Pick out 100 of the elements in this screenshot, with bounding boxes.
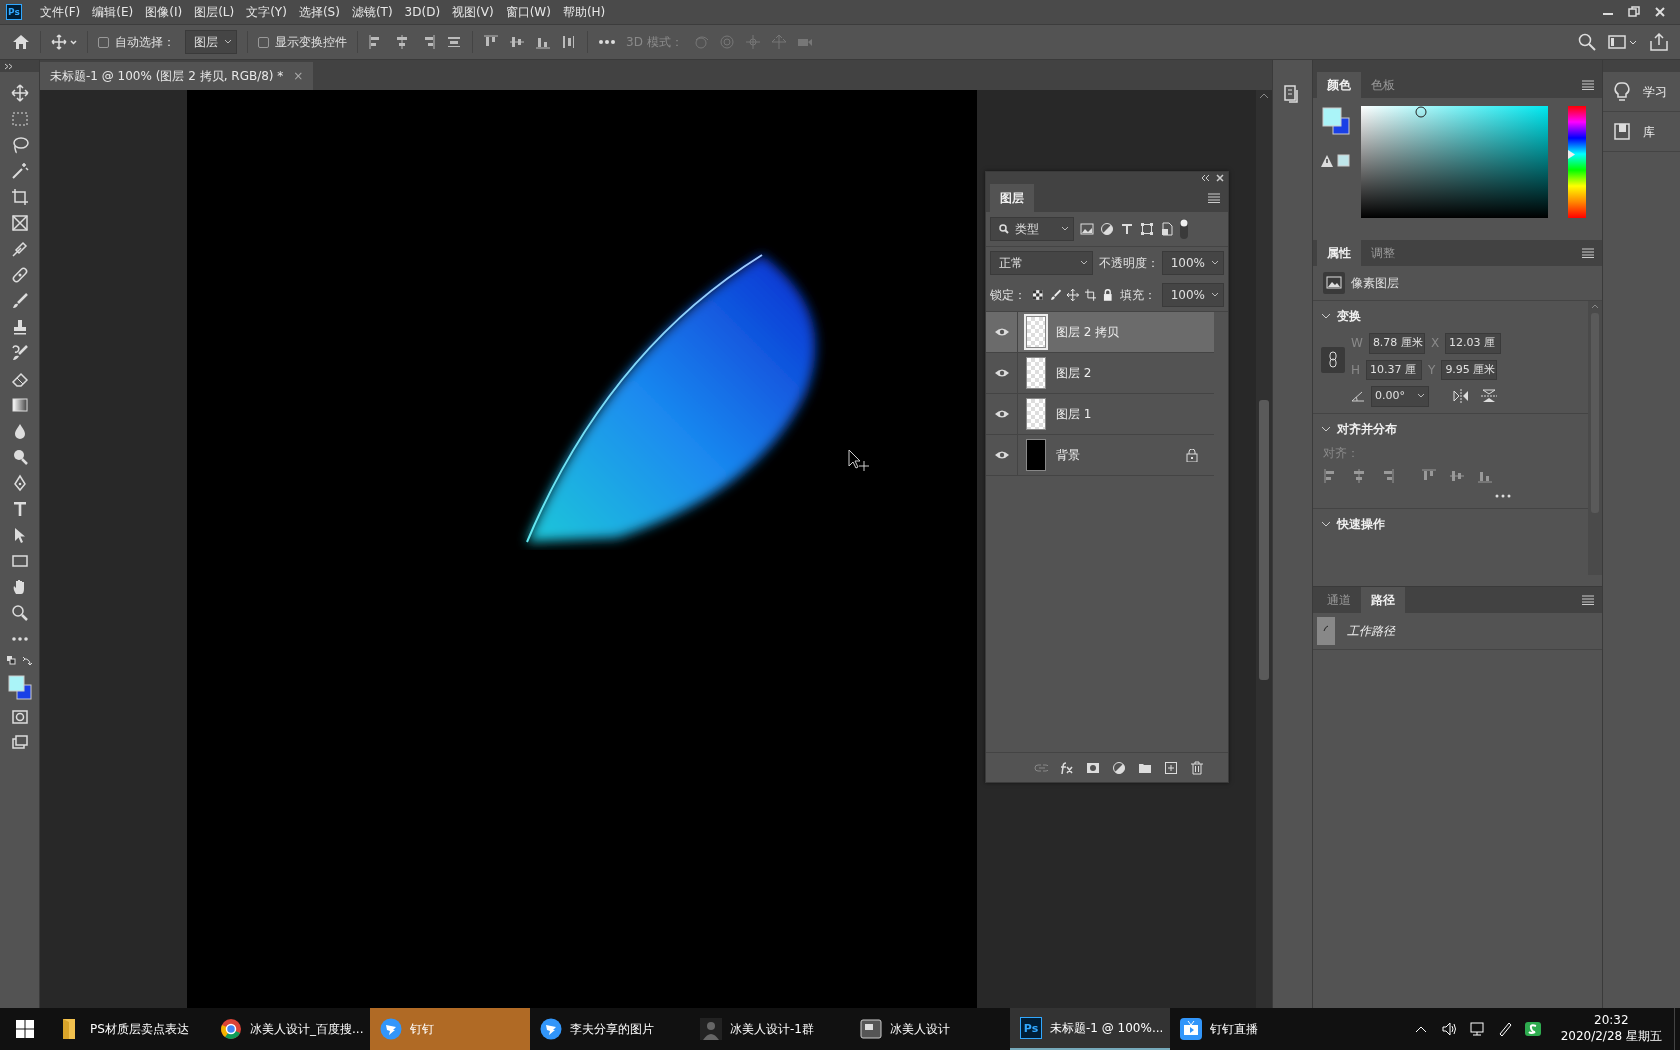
- align-center-icon[interactable]: [1351, 467, 1367, 484]
- screen-mode-icon[interactable]: [10, 734, 29, 752]
- fill-field[interactable]: 100%: [1161, 283, 1224, 307]
- bandage-icon[interactable]: [10, 266, 29, 284]
- menu-item[interactable]: 帮助(H): [556, 3, 612, 21]
- menu-item[interactable]: 文字(Y): [240, 3, 293, 21]
- align-middle-icon[interactable]: [509, 34, 525, 50]
- checkbox[interactable]: [98, 36, 109, 48]
- swap-colors-icon[interactable]: [5, 655, 34, 667]
- layer-row[interactable]: 图层 2 拷贝: [986, 312, 1214, 353]
- scroll-up-icon[interactable]: [1259, 92, 1269, 100]
- eye-icon[interactable]: [993, 368, 1010, 378]
- panel-tab[interactable]: 通道: [1317, 587, 1361, 613]
- input-field[interactable]: 8.78 厘米: [1368, 333, 1425, 354]
- side-panel-button[interactable]: 库: [1603, 112, 1680, 152]
- section-title[interactable]: 快速操作: [1337, 514, 1385, 533]
- shape-filter-icon[interactable]: [1140, 222, 1154, 236]
- adjustment-filter-icon[interactable]: [1100, 222, 1114, 236]
- panel-tab[interactable]: 图层: [990, 184, 1034, 212]
- move-tool-icon[interactable]: [51, 34, 77, 50]
- trash-icon[interactable]: [1190, 760, 1204, 775]
- panel-menu-icon[interactable]: [1582, 80, 1594, 90]
- layer-row[interactable]: 图层 2: [986, 353, 1214, 394]
- eye-icon[interactable]: [993, 409, 1010, 419]
- menu-item[interactable]: 窗口(W): [499, 3, 557, 21]
- input-field[interactable]: 9.95 厘米: [1441, 359, 1498, 380]
- home-icon[interactable]: [12, 34, 30, 50]
- zoom-tool-icon[interactable]: [10, 604, 29, 622]
- menu-item[interactable]: 滤镜(T): [345, 3, 399, 21]
- panel-menu-icon[interactable]: [1208, 193, 1220, 203]
- panel-tab[interactable]: 色板: [1361, 72, 1405, 98]
- sogou-icon[interactable]: [1524, 1021, 1541, 1037]
- panel-menu-icon[interactable]: [1582, 595, 1594, 605]
- checkbox[interactable]: [258, 36, 269, 48]
- side-panel-button[interactable]: 学习: [1603, 72, 1680, 112]
- distribute-vertical-icon[interactable]: [561, 34, 577, 50]
- collapse-icon[interactable]: [1200, 174, 1210, 182]
- menu-item[interactable]: 图像(I): [139, 3, 189, 21]
- frame-tool-icon[interactable]: [10, 214, 29, 232]
- menu-item[interactable]: 编辑(E): [86, 3, 140, 21]
- angle-field[interactable]: 0.00°: [1371, 386, 1429, 407]
- menu-item[interactable]: 3D(D): [398, 3, 447, 21]
- menu-item[interactable]: 选择(S): [292, 3, 346, 21]
- hue-slider[interactable]: [1568, 106, 1586, 218]
- menu-item[interactable]: 文件(F): [34, 3, 87, 21]
- panel-tab[interactable]: 调整: [1361, 240, 1405, 266]
- lasso-tool-icon[interactable]: [10, 136, 29, 154]
- scrollbar-thumb[interactable]: [1259, 400, 1269, 680]
- workspace-icon[interactable]: [1608, 34, 1638, 50]
- align-center-icon[interactable]: [394, 34, 410, 50]
- menu-item[interactable]: 视图(V): [446, 3, 500, 21]
- panel-tab[interactable]: 颜色: [1317, 72, 1361, 98]
- gradient-tool-icon[interactable]: [10, 396, 29, 414]
- layer-row[interactable]: 图层 1: [986, 394, 1214, 435]
- smart-object-filter-icon[interactable]: [1160, 222, 1174, 236]
- artboard-lock-icon[interactable]: [1084, 289, 1097, 301]
- magic-wand-icon[interactable]: [10, 162, 29, 180]
- flip-horizontal-icon[interactable]: [1453, 389, 1469, 404]
- panel-tab[interactable]: 属性: [1317, 240, 1361, 266]
- color-field[interactable]: [1361, 106, 1548, 218]
- expand-icon[interactable]: [4, 62, 13, 70]
- taskbar-item[interactable]: Ps 未标题-1 @ 100%...: [1010, 1008, 1170, 1050]
- slider-thumb-icon[interactable]: [1568, 150, 1575, 160]
- eye-icon[interactable]: [993, 450, 1010, 460]
- flip-vertical-icon[interactable]: [1481, 389, 1497, 404]
- picker-ring-icon[interactable]: [1415, 106, 1427, 118]
- panel-tab[interactable]: 路径: [1361, 587, 1405, 613]
- restore-icon[interactable]: [1628, 6, 1640, 18]
- link-icon[interactable]: [1321, 347, 1345, 373]
- layer-row[interactable]: 背景: [986, 435, 1214, 476]
- lock-pixels-icon[interactable]: [1032, 289, 1044, 301]
- path-thumbnail-icon[interactable]: [1317, 617, 1335, 645]
- taskbar-item[interactable]: 冰美人设计: [850, 1008, 1010, 1050]
- close-icon[interactable]: [1654, 6, 1666, 18]
- taskbar-item[interactable]: PS材质层卖点表达: [50, 1008, 210, 1050]
- move-tool-icon[interactable]: [10, 84, 29, 102]
- panel-menu-icon[interactable]: [1582, 248, 1594, 258]
- clock[interactable]: 20:32 2020/2/28 星期五: [1552, 1013, 1670, 1045]
- taskbar-item[interactable]: 钉钉: [370, 1008, 530, 1050]
- section-title[interactable]: 对齐并分布: [1337, 419, 1397, 438]
- eraser-icon[interactable]: [10, 370, 29, 388]
- network-icon[interactable]: [1468, 1021, 1485, 1037]
- search-icon[interactable]: [1578, 33, 1596, 51]
- more-icon[interactable]: [1495, 493, 1511, 498]
- new-layer-icon[interactable]: [1164, 760, 1178, 775]
- taskbar-item[interactable]: 冰美人设计-1群: [690, 1008, 850, 1050]
- rectangle-tool-icon[interactable]: [10, 552, 29, 570]
- target-dropdown[interactable]: 图层: [185, 30, 237, 54]
- section-title[interactable]: 变换: [1337, 307, 1361, 325]
- speaker-icon[interactable]: [1440, 1021, 1457, 1037]
- move-tool-icon[interactable]: [1067, 289, 1079, 301]
- chevron-down-icon[interactable]: [1321, 311, 1331, 321]
- fx-icon[interactable]: [1060, 760, 1074, 775]
- input-field[interactable]: 10.37 厘: [1366, 359, 1423, 380]
- distribute-icon[interactable]: [446, 34, 462, 50]
- path-name[interactable]: 工作路径: [1347, 622, 1395, 640]
- color-swatches-icon[interactable]: [1321, 106, 1351, 136]
- quick-mask-icon[interactable]: [10, 708, 29, 726]
- history-brush-icon[interactable]: [10, 344, 29, 362]
- crop-tool-icon[interactable]: [10, 188, 29, 206]
